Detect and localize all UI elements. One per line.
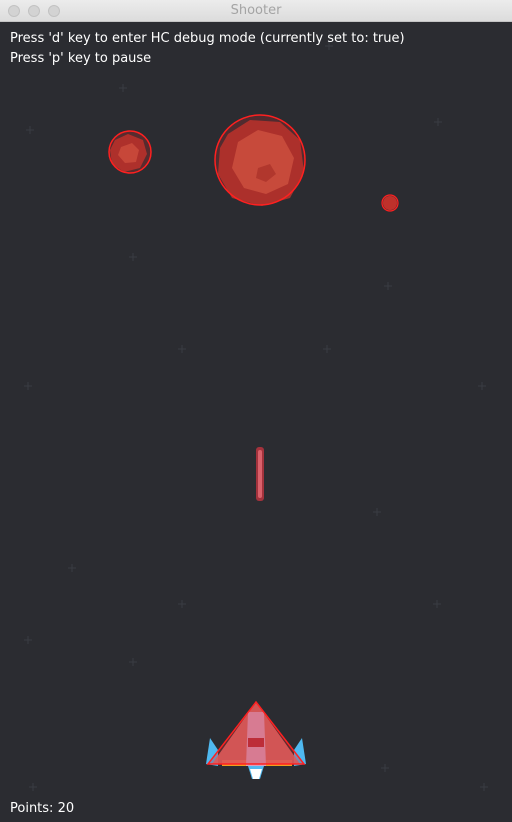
- asteroid-hitbox: [108, 130, 152, 174]
- window-title: Shooter: [230, 3, 282, 18]
- star-sparkle-icon: [26, 126, 34, 134]
- star-sparkle-icon: [178, 600, 186, 608]
- star-sparkle-icon: [119, 84, 127, 92]
- points-counter: Points: 20: [10, 801, 75, 816]
- star-sparkle-icon: [29, 783, 37, 791]
- game-window: Shooter Press 'd' key to enter HC debug …: [0, 0, 512, 822]
- player-spaceship-icon[interactable]: [206, 700, 306, 779]
- star-sparkle-icon: [178, 345, 186, 353]
- ship-hitbox: [206, 700, 306, 765]
- game-canvas[interactable]: Press 'd' key to enter HC debug mode (cu…: [0, 22, 512, 822]
- asteroid-hitbox: [214, 114, 306, 206]
- star-sparkle-icon: [24, 382, 32, 390]
- debug-mode-hint: Press 'd' key to enter HC debug mode (cu…: [10, 31, 405, 46]
- star-sparkle-icon: [433, 600, 441, 608]
- star-sparkle-icon: [129, 253, 137, 261]
- asteroid-small: [108, 130, 152, 174]
- star-sparkle-icon: [434, 118, 442, 126]
- star-sparkle-icon: [478, 382, 486, 390]
- star-sparkle-icon: [480, 783, 488, 791]
- star-sparkle-icon: [323, 345, 331, 353]
- laser-bolt-icon: [256, 447, 264, 501]
- star-sparkle-icon: [384, 282, 392, 290]
- star-sparkle-icon: [373, 508, 381, 516]
- star-sparkle-icon: [381, 764, 389, 772]
- asteroid-hitbox: [381, 194, 399, 212]
- star-sparkle-icon: [129, 658, 137, 666]
- game-scene: [24, 42, 488, 791]
- title-bar: Shooter: [0, 0, 512, 22]
- star-sparkle-icon: [24, 636, 32, 644]
- asteroid-tiny: [381, 194, 399, 212]
- asteroid-large: [214, 114, 306, 206]
- pause-hint: Press 'p' key to pause: [10, 51, 152, 66]
- star-sparkle-icon: [68, 564, 76, 572]
